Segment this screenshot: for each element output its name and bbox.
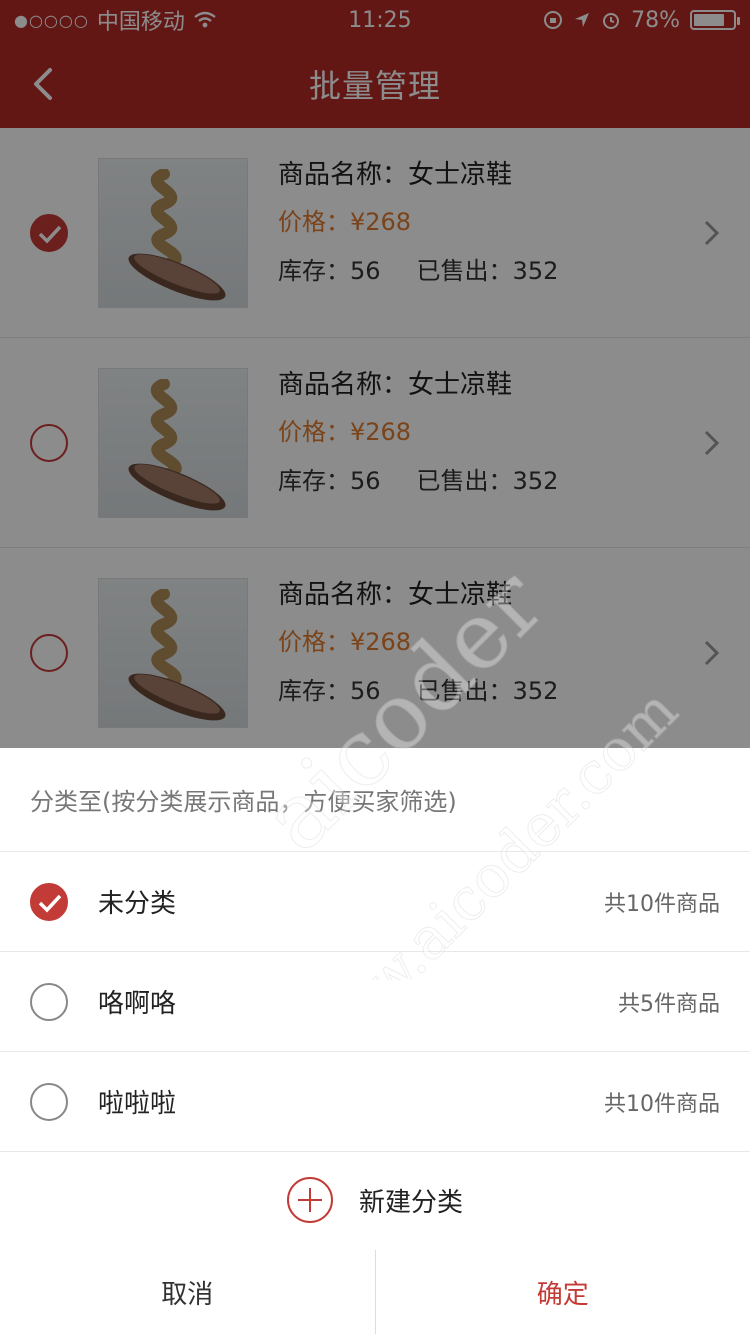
sheet-heading: 分类至(按分类展示商品，方便买家筛选) xyxy=(0,748,750,852)
plus-circle-icon xyxy=(286,1177,333,1223)
cancel-button[interactable]: 取消 xyxy=(0,1250,376,1334)
category-count: 共5件商品 xyxy=(618,991,720,1017)
category-option[interactable]: 未分类 共10件商品 xyxy=(0,852,750,952)
category-count: 共10件商品 xyxy=(604,891,720,917)
category-option[interactable]: 咯啊咯 共5件商品 xyxy=(0,952,750,1052)
category-name: 啦啦啦 xyxy=(98,1089,177,1119)
category-option[interactable]: 啦啦啦 共10件商品 xyxy=(0,1052,750,1152)
modal-backdrop[interactable] xyxy=(0,0,750,748)
new-category-button[interactable]: 新建分类 xyxy=(0,1152,750,1248)
confirm-button[interactable]: 确定 xyxy=(376,1250,750,1334)
checkmark-icon xyxy=(38,894,62,913)
category-count: 共10件商品 xyxy=(604,1091,720,1117)
category-radio[interactable] xyxy=(30,983,68,1021)
sheet-footer: 取消 确定 xyxy=(0,1250,750,1334)
category-sheet: 分类至(按分类展示商品，方便买家筛选) 未分类 共10件商品 咯啊咯 共5件商品… xyxy=(0,748,750,1334)
category-radio[interactable] xyxy=(30,883,68,921)
category-name: 未分类 xyxy=(98,889,177,919)
category-radio[interactable] xyxy=(30,1083,68,1121)
category-name: 咯啊咯 xyxy=(98,989,177,1019)
new-category-label: 新建分类 xyxy=(358,1187,463,1218)
